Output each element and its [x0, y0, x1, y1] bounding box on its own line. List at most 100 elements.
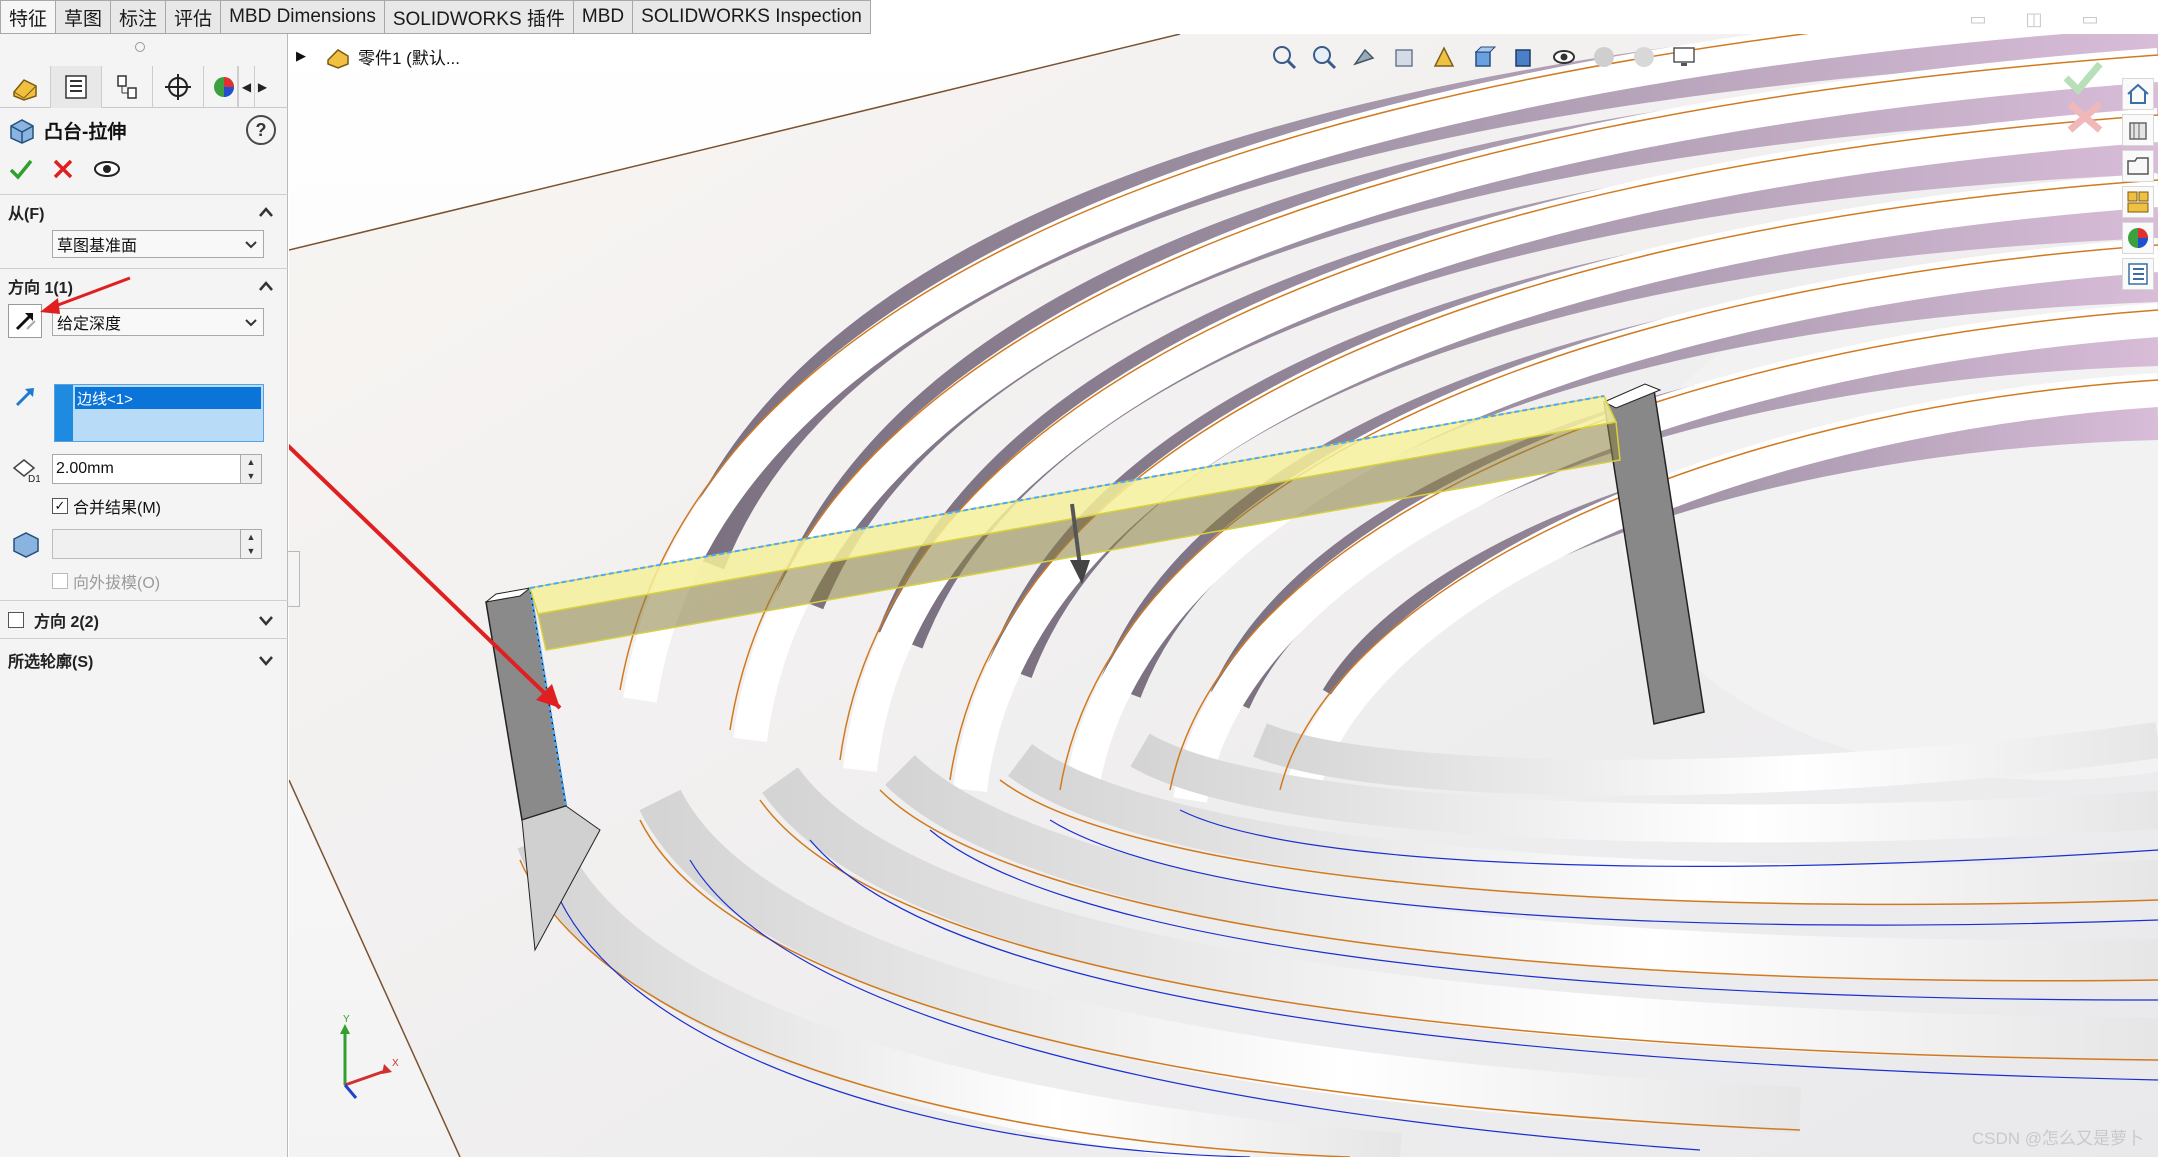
from-section-label: 从(F)	[8, 206, 45, 223]
collapse-chevron-icon[interactable]	[256, 276, 276, 296]
confirmation-corner	[2063, 61, 2103, 133]
expand-chevron-icon[interactable]	[256, 650, 276, 670]
appearance-icon[interactable]	[1587, 40, 1621, 74]
draft-icon[interactable]	[8, 527, 42, 561]
zoom-fit-icon[interactable]	[1267, 40, 1301, 74]
triad-y-label: Y	[343, 1014, 350, 1025]
watermark: CSDN @怎么又是萝卜	[1971, 1129, 2144, 1148]
spin-up-icon[interactable]: ▲	[241, 530, 261, 544]
tab-mbd[interactable]: MBD	[573, 0, 634, 34]
draft-outward-checkbox[interactable]: 向外拔模(O)	[52, 569, 160, 593]
configuration-manager-tab[interactable]	[102, 66, 153, 108]
feature-manager-icon	[13, 79, 37, 101]
view-palette-icon[interactable]	[2122, 186, 2154, 218]
from-select-value: 草图基准面	[57, 238, 138, 255]
expand-arrow-icon[interactable]: ▶	[296, 48, 306, 64]
restore-icon[interactable]: ▭	[1965, 6, 1991, 32]
contours-section-header[interactable]: 所选轮廓(S)	[8, 646, 280, 674]
monitor-icon[interactable]	[1667, 40, 1701, 74]
merge-result-checkbox[interactable]: ✓ 合并结果(M)	[52, 494, 161, 518]
selection-strip	[55, 385, 73, 441]
selected-edge-item[interactable]: 边线<1>	[75, 387, 261, 409]
dimxpert-manager-tab[interactable]	[153, 66, 204, 108]
tab-solidworks-inspection[interactable]: SOLIDWORKS Inspection	[633, 0, 871, 34]
ok-check-icon[interactable]	[8, 156, 34, 182]
property-manager-panel: ◀ ▶ 凸台-拉伸 ? 从(F) 草图基准面 方向 1(1) 给定深度 边线<1…	[0, 34, 288, 1157]
command-manager-tabs: 特征 草图 标注 评估 MBD Dimensions SOLIDWORKS 插件…	[0, 0, 871, 34]
minimize-icon[interactable]: ▭	[2077, 6, 2103, 32]
zoom-area-icon[interactable]	[1307, 40, 1341, 74]
design-library-icon[interactable]	[2122, 114, 2154, 146]
model-render	[289, 34, 2158, 1157]
divider	[0, 194, 288, 195]
draft-outward-checkbox-box[interactable]	[52, 573, 68, 589]
scene-icon[interactable]	[1627, 40, 1661, 74]
tab-evaluate[interactable]: 评估	[166, 0, 222, 34]
dimxpert-icon	[165, 74, 191, 100]
section-view-icon[interactable]	[1387, 40, 1421, 74]
tab-annotate[interactable]: 标注	[111, 0, 167, 34]
divider	[0, 638, 288, 639]
collapse-chevron-icon[interactable]	[256, 202, 276, 222]
chevron-down-icon	[245, 319, 257, 327]
panel-grip-icon[interactable]	[135, 42, 145, 52]
tree-item-label: 零件1 (默认...	[358, 48, 461, 68]
merge-checkbox-box[interactable]: ✓	[52, 498, 68, 514]
cancel-x-icon[interactable]	[50, 156, 76, 182]
property-manager-tab[interactable]	[51, 66, 102, 108]
configuration-manager-icon	[117, 75, 137, 99]
divider	[0, 268, 288, 269]
contours-label: 所选轮廓(S)	[8, 654, 94, 671]
tab-scroll-right-icon[interactable]: ▶	[254, 66, 270, 108]
merge-result-label: 合并结果(M)	[73, 500, 161, 517]
appearances-icon[interactable]	[2122, 222, 2154, 254]
window-controls: ▭ ◫ ▭	[1965, 6, 2103, 32]
spin-up-icon[interactable]: ▲	[241, 455, 261, 469]
draft-angle-input[interactable]	[52, 529, 246, 559]
action-buttons	[8, 152, 122, 186]
direction2-section-header[interactable]: 方向 2(2)	[8, 606, 280, 634]
task-pane-tabs	[2122, 78, 2156, 290]
display-manager-icon	[213, 77, 234, 97]
tab-scroll-left-icon[interactable]: ◀	[238, 66, 254, 108]
from-select[interactable]: 草图基准面	[52, 230, 264, 258]
from-section-header[interactable]: 从(F)	[8, 198, 280, 226]
expand-chevron-icon[interactable]	[256, 610, 276, 630]
graphics-area[interactable]: CSDN @怎么又是萝卜	[289, 34, 2158, 1157]
tile-icon[interactable]: ◫	[2021, 6, 2047, 32]
tab-solidworks-addins[interactable]: SOLIDWORKS 插件	[384, 0, 574, 34]
view-orientation-icon[interactable]	[1467, 40, 1501, 74]
file-explorer-icon[interactable]	[2122, 150, 2154, 182]
help-button[interactable]: ?	[246, 115, 276, 145]
home-icon[interactable]	[2122, 78, 2154, 110]
depth-spinner[interactable]: ▲ ▼	[240, 454, 262, 484]
draft-spinner[interactable]: ▲ ▼	[240, 529, 262, 559]
manager-tabs: ◀ ▶	[0, 66, 288, 108]
divider	[0, 600, 288, 601]
feature-manager-tab[interactable]	[0, 66, 51, 108]
feature-header: 凸台-拉伸 ?	[8, 112, 280, 148]
spin-down-icon[interactable]: ▼	[241, 469, 261, 483]
display-manager-tab[interactable]	[204, 66, 238, 108]
depth-value: 2.00mm	[56, 460, 114, 477]
panel-resize-handle[interactable]	[288, 551, 300, 607]
draft-outward-label: 向外拔模(O)	[73, 575, 161, 592]
preview-eye-icon[interactable]	[92, 156, 122, 182]
tab-features[interactable]: 特征	[0, 0, 57, 34]
tab-mbd-dimensions[interactable]: MBD Dimensions	[221, 0, 385, 34]
triad-x-label: X	[392, 1058, 399, 1069]
previous-view-icon[interactable]	[1347, 40, 1381, 74]
tab-sketch[interactable]: 草图	[56, 0, 112, 34]
feature-tree-root[interactable]: ▶ 零件1 (默认...	[296, 42, 460, 70]
custom-properties-icon[interactable]	[2122, 258, 2154, 290]
depth-dimension-icon: D1	[8, 452, 42, 486]
coordinate-triad: Y X	[330, 1010, 400, 1105]
depth-input[interactable]: 2.00mm	[52, 454, 246, 484]
direction2-checkbox[interactable]	[8, 612, 24, 628]
direction-selection-box[interactable]: 边线<1>	[54, 384, 264, 442]
dynamic-annotation-icon[interactable]	[1427, 40, 1461, 74]
display-style-icon[interactable]	[1507, 40, 1541, 74]
direction2-label: 方向 2(2)	[34, 614, 99, 631]
spin-down-icon[interactable]: ▼	[241, 544, 261, 558]
hide-show-icon[interactable]	[1547, 40, 1581, 74]
